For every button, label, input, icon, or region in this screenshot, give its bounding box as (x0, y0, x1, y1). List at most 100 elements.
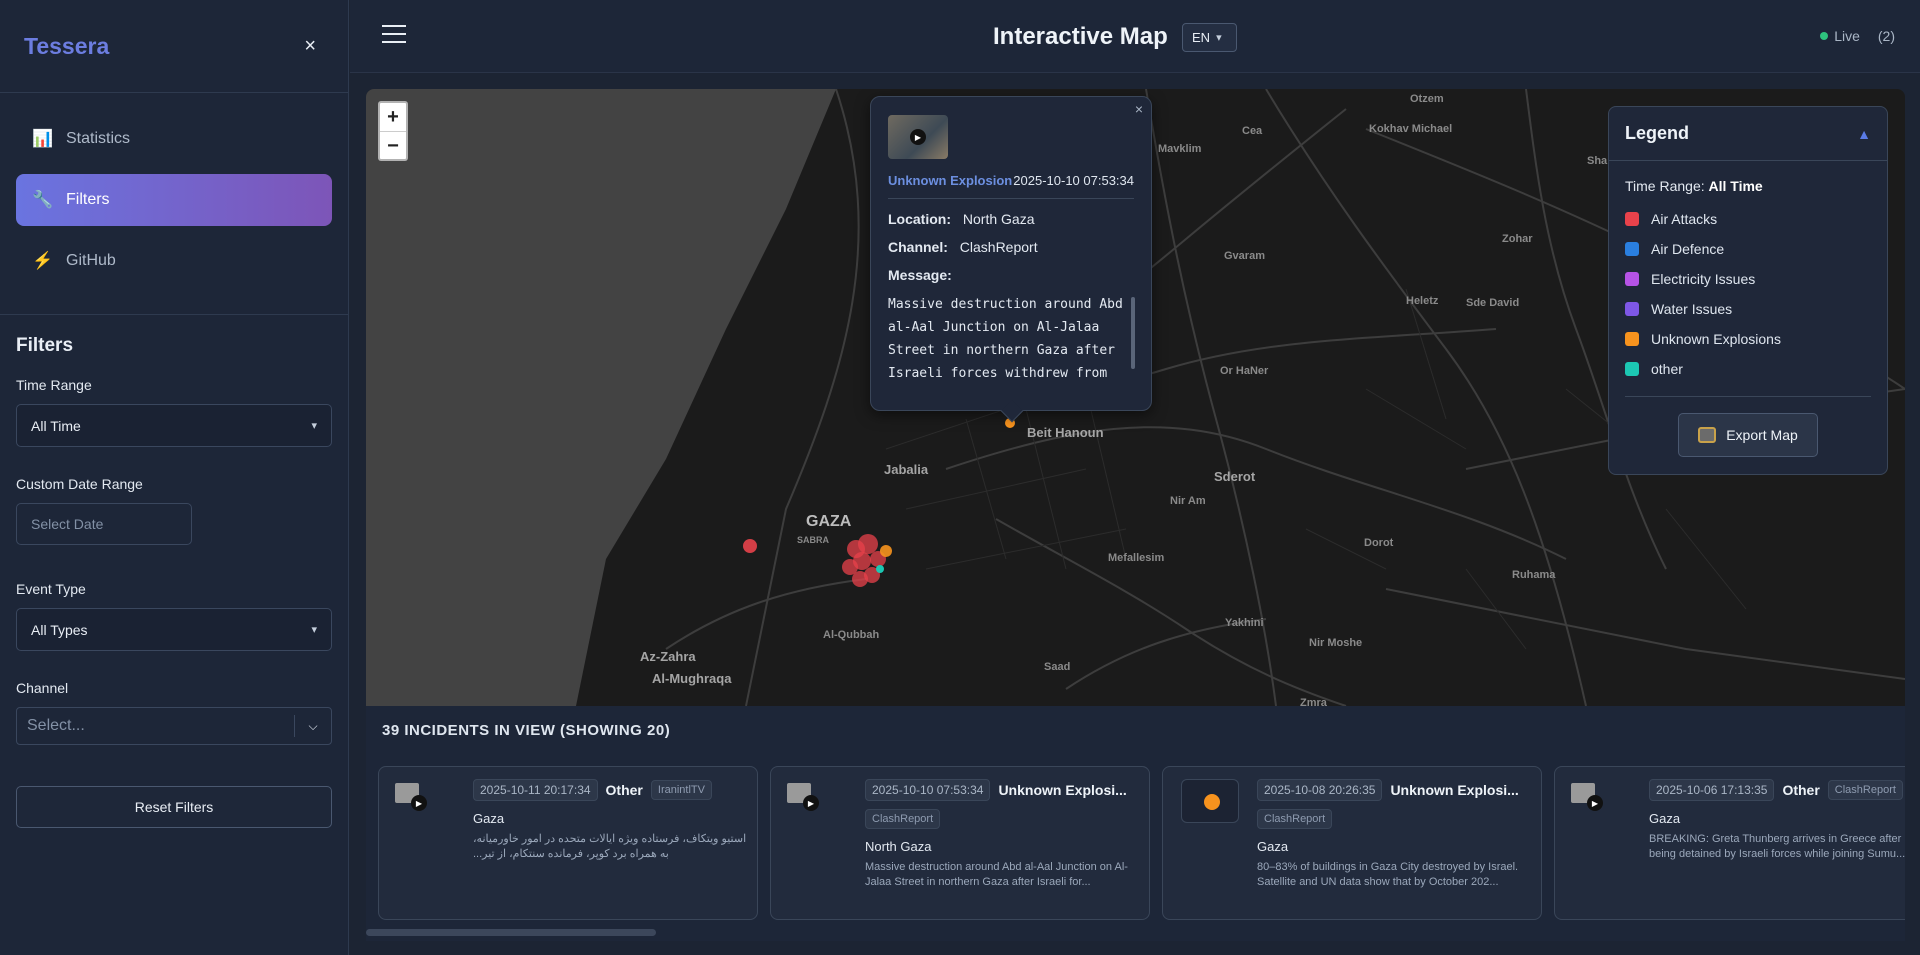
sidebar: Tessera × 📊 Statistics 🔧 Filters ⚡ GitHu… (0, 0, 349, 955)
zoom-in-button[interactable]: + (380, 103, 406, 132)
popup-header: Unknown Explosion 2025-10-10 07:53:34 (888, 173, 1134, 199)
card-message: Massive destruction around Abd al-Aal Ju… (865, 861, 1128, 888)
language-select[interactable]: EN ▾ (1182, 23, 1237, 52)
legend-label: Electricity Issues (1651, 271, 1756, 287)
event-type-label: Event Type (16, 581, 86, 597)
legend-item-water: Water Issues (1609, 294, 1887, 324)
collapse-icon[interactable]: ▲ (1857, 126, 1871, 142)
incident-popup: × ▶ Unknown Explosion 2025-10-10 07:53:3… (870, 96, 1152, 423)
chevron-down-icon: ▾ (311, 624, 317, 636)
map-view[interactable]: Otzem Cea Kokhav Michael Mavklim Sha Zoh… (366, 89, 1905, 706)
card-message: 80–83% of buildings in Gaza City destroy… (1257, 861, 1519, 888)
card-location: Gaza (1649, 811, 1681, 826)
event-type-select[interactable]: All Types ▾ (16, 608, 332, 651)
legend-label: Water Issues (1651, 301, 1733, 317)
video-thumbnail[interactable]: ▶ (787, 783, 819, 811)
marker-air-attack (852, 571, 868, 587)
chart-icon: 📊 (32, 129, 54, 148)
legend-item-air-attacks: Air Attacks (1609, 204, 1887, 234)
card-message: BREAKING: Greta Thunberg arrives in Gree… (1649, 833, 1905, 860)
incident-markers (743, 418, 1015, 587)
card-type: Other (1782, 782, 1820, 798)
brand-logo[interactable]: Tessera (24, 33, 109, 60)
incident-card[interactable]: 2025-10-08 20:26:35 Unknown Explosi... C… (1162, 766, 1542, 920)
popup-thumbnail[interactable]: ▶ (888, 115, 948, 159)
play-icon[interactable]: ▶ (1587, 795, 1603, 811)
sidebar-item-statistics[interactable]: 📊 Statistics (16, 113, 332, 165)
zoom-out-button[interactable]: − (380, 132, 406, 161)
swatch (1625, 242, 1639, 256)
incident-card[interactable]: ▶ 2025-10-11 20:17:34 Other IranintlTV G… (378, 766, 758, 920)
map-label: Kokhav Michael (1369, 123, 1453, 135)
wrench-icon: 🔧 (32, 190, 54, 209)
legend-header[interactable]: Legend ▲ (1609, 107, 1887, 161)
filters-heading: Filters (16, 335, 74, 356)
map-label: Saad (1044, 661, 1071, 673)
popup-timestamp: 2025-10-10 07:53:34 (1013, 173, 1134, 188)
play-icon[interactable]: ▶ (411, 795, 427, 811)
scrollbar-thumb[interactable] (366, 929, 656, 936)
incident-card[interactable]: ▶ 2025-10-06 17:13:35 Other ClashReport … (1554, 766, 1905, 920)
map-label: Dorot (1364, 537, 1394, 549)
sidebar-item-label: Statistics (66, 130, 131, 147)
reset-filters-button[interactable]: Reset Filters (16, 786, 332, 828)
export-map-button[interactable]: Export Map (1678, 413, 1818, 457)
legend-title: Legend (1625, 123, 1690, 143)
live-count: (2) (1877, 28, 1895, 44)
map-label: Sderot (1214, 469, 1256, 484)
card-timestamp: 2025-10-08 20:26:35 (1257, 779, 1383, 801)
map-label: Ruhama (1512, 569, 1556, 581)
lightning-icon: ⚡ (32, 251, 54, 270)
map-label: Sde David (1466, 297, 1520, 309)
popup-location: North Gaza (962, 211, 1035, 227)
map-label: Mefallesim (1108, 552, 1165, 564)
sidebar-item-label: GitHub (66, 252, 116, 269)
popup-scrollbar[interactable] (1131, 297, 1135, 369)
sidebar-nav: 📊 Statistics 🔧 Filters ⚡ GitHub (0, 93, 348, 315)
play-icon[interactable]: ▶ (910, 129, 926, 145)
live-label: Live (1834, 28, 1860, 44)
card-timestamp: 2025-10-06 17:13:35 (1649, 779, 1775, 801)
video-thumbnail[interactable]: ▶ (1571, 783, 1603, 811)
sidebar-item-filters[interactable]: 🔧 Filters (16, 174, 332, 226)
custom-date-label: Custom Date Range (16, 476, 143, 492)
video-thumbnail[interactable]: ▶ (395, 783, 427, 811)
card-channel: ClashReport (865, 809, 941, 829)
map-label: Mavklim (1158, 143, 1202, 155)
swatch (1625, 302, 1639, 316)
popup-event-type: Unknown Explosion (888, 173, 1013, 188)
unknown-explosion-dot-icon (1204, 794, 1220, 810)
sidebar-item-github[interactable]: ⚡ GitHub (16, 235, 332, 287)
play-icon[interactable]: ▶ (803, 795, 819, 811)
map-label: Or HaNer (1220, 365, 1269, 377)
channel-select[interactable]: Select... ⌵ (16, 707, 332, 745)
card-location: North Gaza (865, 839, 932, 854)
incident-card[interactable]: ▶ 2025-10-10 07:53:34 Unknown Explosi...… (770, 766, 1150, 920)
swatch (1625, 272, 1639, 286)
map-label: SABRA (797, 535, 830, 545)
card-location: Gaza (1257, 839, 1289, 854)
language-value: EN (1192, 30, 1211, 45)
horizontal-scrollbar[interactable] (366, 929, 1905, 937)
map-label: Al-Qubbah (823, 629, 880, 641)
legend-item-unknown-explosions: Unknown Explosions (1609, 324, 1887, 354)
map-label: Heletz (1406, 295, 1439, 307)
popup-close-icon[interactable]: × (1135, 101, 1143, 117)
top-header: Interactive Map EN ▾ Live (2) (350, 0, 1920, 73)
time-range-select[interactable]: All Time ▾ (16, 404, 332, 447)
date-input[interactable]: Select Date (16, 503, 192, 545)
channel-placeholder: Select... (27, 717, 85, 734)
map-label: Nir Am (1170, 495, 1206, 507)
map-label: Sha (1587, 155, 1608, 167)
chevron-down-icon: ▾ (1216, 32, 1222, 44)
popup-channel-label: Channel: (888, 239, 948, 255)
incident-thumbnail[interactable] (1181, 779, 1239, 823)
brand-bar: Tessera × (0, 0, 348, 93)
close-icon[interactable]: × (304, 35, 316, 58)
event-type-value: All Types (31, 621, 88, 638)
map-label: Zohar (1502, 233, 1533, 245)
popup-channel-row: Channel: ClashReport (888, 239, 1134, 255)
popup-message-label-row: Message: (888, 267, 1134, 283)
hamburger-menu-icon[interactable] (382, 25, 406, 45)
chevron-down-icon[interactable]: ⌵ (295, 719, 331, 734)
